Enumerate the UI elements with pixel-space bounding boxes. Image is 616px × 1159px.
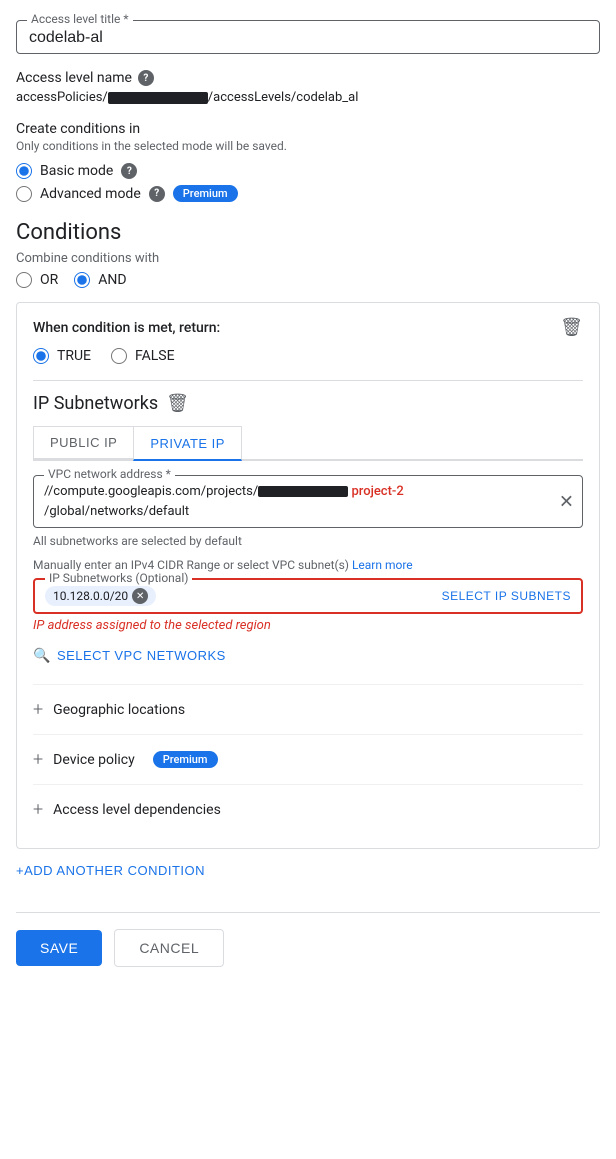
false-radio-row: FALSE <box>111 348 175 364</box>
all-subnetworks-note: All subnetworks are selected by default <box>33 534 583 548</box>
ip-subnetworks-title: IP Subnetworks <box>33 393 158 414</box>
vpc-project-label: project-2 <box>351 484 403 499</box>
return-false-radio[interactable] <box>111 348 127 364</box>
advanced-mode-radio[interactable] <box>16 186 32 202</box>
select-vpc-label: SELECT VPC NETWORKS <box>57 648 226 663</box>
advanced-mode-premium-badge: Premium <box>173 185 238 202</box>
delete-ip-subnetworks-icon[interactable]: 🗑 <box>166 393 189 414</box>
condition-box: When condition is met, return: 🗑 TRUE FA… <box>16 302 600 849</box>
combine-or-radio[interactable] <box>16 272 32 288</box>
access-level-title-input-wrapper: Access level title * <box>16 20 600 54</box>
access-level-title-label: Access level title * <box>27 12 133 26</box>
advanced-mode-label[interactable]: Advanced mode <box>40 186 141 202</box>
chip-value: 10.128.0.0/20 <box>53 589 128 603</box>
vpc-network-address-value: //compute.googleapis.com/projects/ proje… <box>44 482 546 521</box>
condition-box-header: When condition is met, return: 🗑 <box>33 317 583 338</box>
access-level-name-label-row: Access level name ? <box>16 70 600 86</box>
ip-chips: 10.128.0.0/20 ✕ <box>45 586 156 606</box>
device-policy-row[interactable]: + Device policy Premium <box>33 734 583 784</box>
condition-return-label: When condition is met, return: <box>33 320 220 336</box>
vpc-value-prefix: //compute.googleapis.com/projects/ <box>44 484 258 499</box>
vpc-redacted <box>258 486 348 497</box>
tab-private-ip[interactable]: PRIVATE IP <box>133 426 242 461</box>
select-vpc-networks-button[interactable]: 🔍 SELECT VPC NETWORKS <box>33 643 226 668</box>
action-row: SAVE CANCEL <box>16 912 600 967</box>
geographic-label: Geographic locations <box>53 702 185 718</box>
delete-condition-icon[interactable]: 🗑 <box>560 317 583 338</box>
cidr-note: Manually enter an IPv4 CIDR Range or sel… <box>33 558 583 572</box>
combine-or-label[interactable]: OR <box>40 272 58 288</box>
true-radio-row: TRUE <box>33 348 91 364</box>
geographic-expand-icon: + <box>33 699 43 720</box>
select-ip-subnets-button[interactable]: SELECT IP SUBNETS <box>442 589 571 603</box>
access-level-name-value: accessPolicies/ /accessLevels/codelab_al <box>16 90 600 105</box>
device-policy-premium-badge: Premium <box>153 751 218 768</box>
search-icon: 🔍 <box>33 647 51 664</box>
ip-error-message: IP address assigned to the selected regi… <box>33 618 583 633</box>
access-level-dependencies-label: Access level dependencies <box>53 802 221 818</box>
advanced-mode-help-icon[interactable]: ? <box>149 186 165 202</box>
vpc-network-address-wrapper: VPC network address * //compute.googleap… <box>33 475 583 528</box>
cidr-note-text: Manually enter an IPv4 CIDR Range or sel… <box>33 558 349 572</box>
ip-subnets-field-wrapper: IP Subnetworks (Optional) 10.128.0.0/20 … <box>33 578 583 614</box>
and-radio-row: AND <box>74 272 126 288</box>
chip-remove-icon[interactable]: ✕ <box>132 588 148 604</box>
access-level-name-help-icon[interactable]: ? <box>138 70 154 86</box>
access-level-title-group: Access level title * <box>16 20 600 54</box>
basic-mode-row: Basic mode ? <box>16 163 600 179</box>
combine-and-radio[interactable] <box>74 272 90 288</box>
access-level-dependencies-expand-icon: + <box>33 799 43 820</box>
access-level-title-input[interactable] <box>29 29 587 47</box>
create-conditions-label: Create conditions in <box>16 121 600 137</box>
or-radio-row: OR <box>16 272 58 288</box>
tab-public-ip[interactable]: PUBLIC IP <box>33 426 133 459</box>
vpc-value-suffix: /global/networks/default <box>44 504 189 519</box>
basic-mode-radio[interactable] <box>16 163 32 179</box>
create-conditions-sublabel: Only conditions in the selected mode wil… <box>16 139 600 153</box>
access-level-dependencies-row[interactable]: + Access level dependencies <box>33 784 583 834</box>
conditions-section: Conditions Combine conditions with OR AN… <box>16 220 600 849</box>
create-conditions-group: Create conditions in Only conditions in … <box>16 121 600 202</box>
combine-and-label[interactable]: AND <box>98 272 126 288</box>
access-level-name-label: Access level name <box>16 70 132 86</box>
access-level-name-group: Access level name ? accessPolicies/ /acc… <box>16 70 600 105</box>
geographic-locations-row[interactable]: + Geographic locations <box>33 684 583 734</box>
combine-row: OR AND <box>16 272 600 288</box>
return-true-radio[interactable] <box>33 348 49 364</box>
advanced-mode-row: Advanced mode ? Premium <box>16 185 600 202</box>
ip-subnets-field-label: IP Subnetworks (Optional) <box>45 571 192 585</box>
true-false-row: TRUE FALSE <box>33 348 583 364</box>
ip-tabs: PUBLIC IP PRIVATE IP <box>33 426 583 461</box>
vpc-close-icon[interactable]: ✕ <box>559 491 574 512</box>
ip-subnetworks-header: IP Subnetworks 🗑 <box>33 393 583 414</box>
device-policy-expand-icon: + <box>33 749 43 770</box>
vpc-network-address-label: VPC network address * <box>44 467 175 481</box>
ip-subnetworks-section: IP Subnetworks 🗑 PUBLIC IP PRIVATE IP VP… <box>33 393 583 668</box>
basic-mode-label[interactable]: Basic mode <box>40 163 113 179</box>
ip-chip: 10.128.0.0/20 ✕ <box>45 586 156 606</box>
basic-mode-help-icon[interactable]: ? <box>121 163 137 179</box>
cancel-button[interactable]: CANCEL <box>114 929 224 967</box>
conditions-title: Conditions <box>16 220 600 245</box>
device-policy-label: Device policy <box>53 752 135 768</box>
expandable-rows: + Geographic locations + Device policy P… <box>33 684 583 834</box>
redacted-policy-id <box>108 92 208 104</box>
learn-more-link[interactable]: Learn more <box>352 558 413 572</box>
return-false-label[interactable]: FALSE <box>135 348 175 364</box>
add-another-condition-button[interactable]: +ADD ANOTHER CONDITION <box>16 849 205 892</box>
condition-divider <box>33 380 583 381</box>
save-button[interactable]: SAVE <box>16 930 102 966</box>
combine-label: Combine conditions with <box>16 251 600 266</box>
return-true-label[interactable]: TRUE <box>57 348 91 364</box>
